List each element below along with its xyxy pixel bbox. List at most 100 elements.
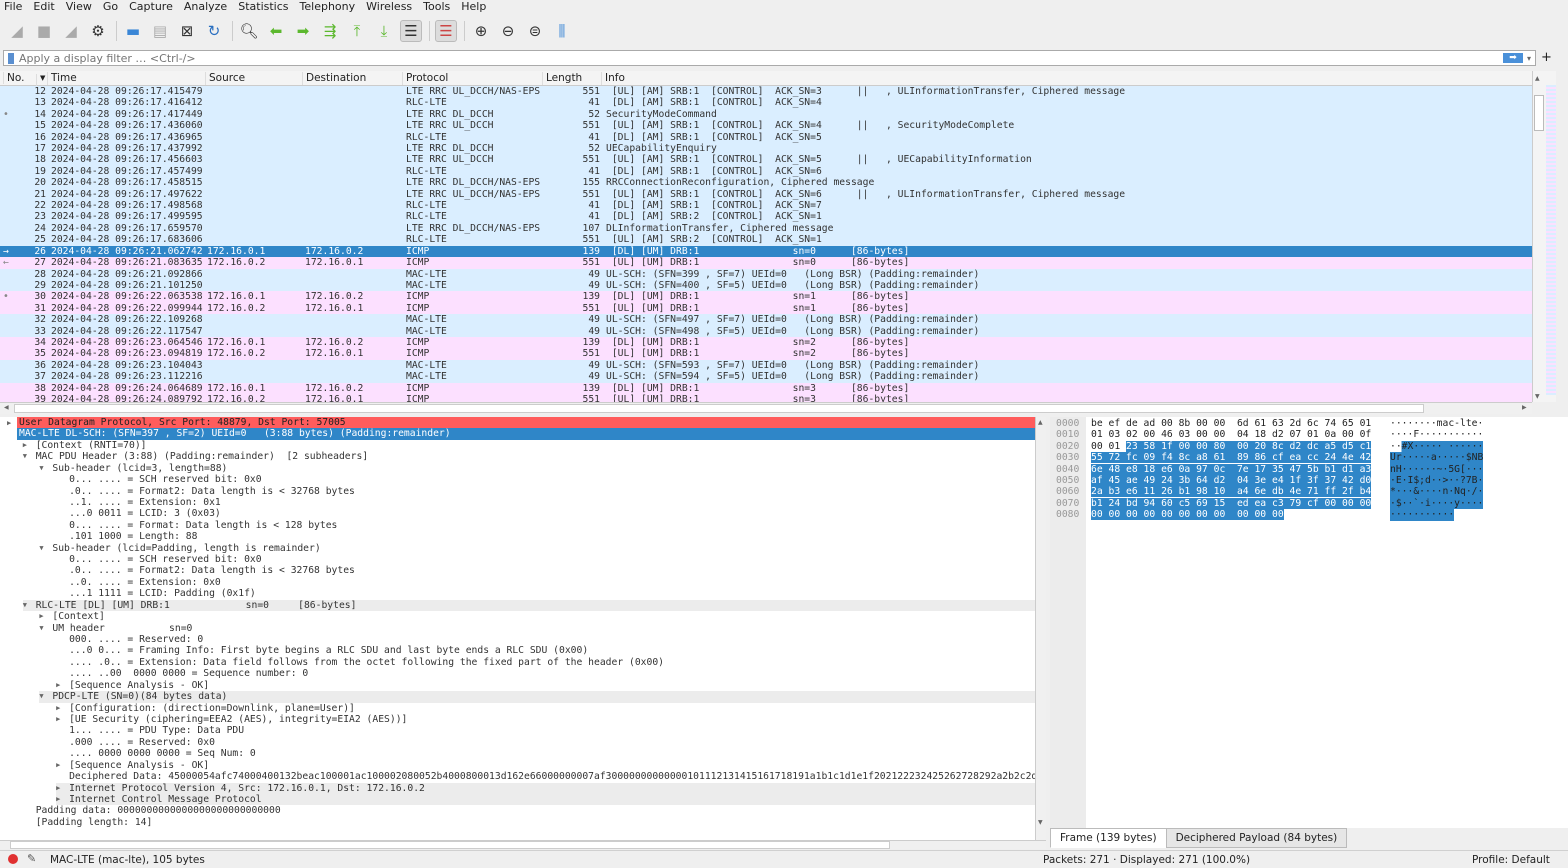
hex-ascii[interactable]: ····F··········· xyxy=(1390,429,1483,440)
menu-statistics[interactable]: Statistics xyxy=(238,0,288,15)
scroll-right-icon[interactable]: ▶ xyxy=(1522,404,1527,411)
packet-row[interactable]: 23 2024-04-28 09:26:17.499595 RLC-LTE 41 [D… xyxy=(0,211,1532,223)
display-filter-input[interactable] xyxy=(19,51,1503,65)
detail-item[interactable]: 0... .... = Format: Data length is < 128… xyxy=(0,520,1035,531)
packet-row[interactable]: 19 2024-04-28 09:26:17.457499 RLC-LTE 41 [D… xyxy=(0,165,1532,178)
menu-edit[interactable]: Edit xyxy=(33,0,54,15)
filter-history-chevron-icon[interactable]: ▾ xyxy=(1527,54,1531,63)
detail-item[interactable]: 0... .... = SCH reserved bit: 0x0 xyxy=(0,474,1035,485)
detail-item[interactable]: ▼ UM header sn=0 xyxy=(0,623,1035,634)
packet-row[interactable]: 21 2024-04-28 09:26:17.497622 LTE RRC UL_D… xyxy=(0,188,1532,201)
detail-item[interactable]: ▶ Internet Protocol Version 4, Src: 172.1… xyxy=(56,782,1035,794)
hex-ascii[interactable]: Ur·····a·····$NB xyxy=(1390,452,1484,464)
packet-row[interactable]: 27 2024-04-28 09:26:21.083635 172.16.0.2 17… xyxy=(0,257,1532,269)
detail-item[interactable]: .... .0.. = Extension: Data field follow… xyxy=(0,657,1035,668)
column-header-destination[interactable]: Destination xyxy=(302,72,402,85)
expanded-arrow-icon[interactable]: ▼ xyxy=(39,543,43,554)
detail-item[interactable]: Padding data: 00000000000000000000000000… xyxy=(0,805,1035,816)
expert-info-error-icon[interactable] xyxy=(8,854,18,864)
resize-columns-icon[interactable]: ⫼ xyxy=(551,20,573,42)
details-vertical-scrollbar[interactable]: ▲ ▼ xyxy=(1035,417,1046,840)
packet-list-vertical-scrollbar[interactable]: ▲ ▼ xyxy=(1532,71,1556,402)
add-filter-button-icon[interactable]: + xyxy=(1541,50,1552,65)
detail-item[interactable]: .101 1000 = Length: 88 xyxy=(0,531,1035,542)
detail-item[interactable]: ...0 0011 = LCID: 3 (0x03) xyxy=(0,508,1035,519)
detail-item[interactable]: ▶ [Sequence Analysis - OK] xyxy=(0,680,1035,691)
packet-row[interactable]: 16 2024-04-28 09:26:17.436965 RLC-LTE 41 [D… xyxy=(0,131,1532,144)
menu-analyze[interactable]: Analyze xyxy=(184,0,227,15)
detail-item[interactable]: ..1. .... = Extension: 0x1 xyxy=(0,497,1035,508)
capture-options-gear-icon[interactable]: ⚙ xyxy=(87,20,109,42)
detail-item[interactable]: [Padding length: 14] xyxy=(0,817,1035,828)
hex-bytes[interactable]: 55 72 fc 09 f4 8c a8 61 89 86 cf ea cc 2… xyxy=(1091,452,1372,464)
menu-help[interactable]: Help xyxy=(461,0,486,15)
scroll-up-icon[interactable]: ▲ xyxy=(1038,419,1043,426)
hex-ascii[interactable]: *···&····n·Nq·/· xyxy=(1390,486,1484,498)
column-header-length[interactable]: Length xyxy=(542,72,601,85)
column-header-source[interactable]: Source xyxy=(205,72,302,85)
hex-bytes[interactable]: af 45 ae 49 24 3b 64 d2 04 3e e4 1f 3f 3… xyxy=(1091,474,1372,486)
collapsed-arrow-icon[interactable]: ▶ xyxy=(56,783,60,794)
detail-item[interactable]: .... ..00 0000 0000 = Sequence number: 0 xyxy=(0,668,1035,679)
expanded-arrow-icon[interactable]: ▼ xyxy=(39,623,43,634)
detail-item[interactable]: 0... .... = SCH reserved bit: 0x0 xyxy=(0,554,1035,565)
find-packet-icon[interactable]: 🔍︎ xyxy=(238,20,260,42)
hex-ascii[interactable]: ··········· xyxy=(1390,509,1455,521)
collapsed-arrow-icon[interactable]: ▶ xyxy=(39,611,43,622)
hex-bytes[interactable]: b1 24 bd 94 60 c5 69 15 ed ea c3 79 cf 0… xyxy=(1091,497,1372,509)
packet-row[interactable]: 15 2024-04-28 09:26:17.436060 LTE RRC UL_D… xyxy=(0,120,1532,132)
hex-bytes[interactable]: 00 00 00 00 00 00 00 00 00 00 00 xyxy=(1091,509,1284,521)
detail-item[interactable]: ▶ [UE Security (ciphering=EEA2 (AES), int… xyxy=(0,714,1035,725)
last-packet-icon[interactable]: ⤓ xyxy=(373,20,395,42)
detail-item[interactable]: ▼ Sub-header (lcid=Padding, length is rem… xyxy=(0,543,1035,554)
scroll-up-icon[interactable]: ▲ xyxy=(1535,75,1540,82)
detail-item[interactable]: .0.. .... = Format2: Data length is < 32… xyxy=(0,486,1035,497)
column-header-time[interactable]: Time xyxy=(47,72,205,85)
scrollbar-thumb[interactable] xyxy=(10,841,890,849)
collapsed-arrow-icon[interactable]: ▶ xyxy=(56,760,60,771)
column-header-protocol[interactable]: Protocol xyxy=(402,72,542,85)
expanded-arrow-icon[interactable]: ▼ xyxy=(39,691,43,702)
packet-row[interactable]: 34 2024-04-28 09:26:23.064546 172.16.0.1 17… xyxy=(0,336,1532,349)
open-folder-icon[interactable]: ▬ xyxy=(122,20,144,42)
menu-go[interactable]: Go xyxy=(103,0,118,15)
collapsed-arrow-icon[interactable]: ▶ xyxy=(56,680,60,691)
detail-item[interactable]: ▼ PDCP-LTE (SN=0)(84 bytes data) xyxy=(39,691,1035,703)
hex-bytes[interactable]: 00 01 23 58 1f 00 00 80 00 20 8c d2 dc a… xyxy=(1091,440,1372,452)
scrollbar-thumb[interactable] xyxy=(1534,95,1544,131)
collapsed-arrow-icon[interactable]: ▶ xyxy=(56,714,60,725)
details-horizontal-scrollbar[interactable] xyxy=(0,840,1046,849)
packet-row[interactable]: 32 2024-04-28 09:26:22.109268 MAC-LTE 49 UL-… xyxy=(0,314,1532,326)
packet-row[interactable]: 35 2024-04-28 09:26:23.094819 172.16.0.2 17… xyxy=(0,348,1532,360)
hex-bytes[interactable]: 01 03 02 00 46 03 00 00 04 18 d2 07 01 0… xyxy=(1091,429,1371,440)
go-forward-icon[interactable]: ➡ xyxy=(292,20,314,42)
first-packet-icon[interactable]: ⤒ xyxy=(346,20,368,42)
column-header-info[interactable]: Info xyxy=(601,72,1531,85)
detail-item[interactable]: ▼ Sub-header (lcid=3, length=88) xyxy=(0,463,1035,474)
scrollbar-thumb[interactable] xyxy=(14,404,1424,413)
detail-item[interactable]: .0.. .... = Format2: Data length is < 32… xyxy=(0,565,1035,576)
scroll-down-icon[interactable]: ▼ xyxy=(1038,819,1043,826)
colorize-icon[interactable]: ☰ xyxy=(435,20,457,42)
bytes-tab[interactable]: Frame (139 bytes) xyxy=(1050,828,1167,848)
go-to-packet-icon[interactable]: ⇶ xyxy=(319,20,341,42)
packet-row[interactable]: 33 2024-04-28 09:26:22.117547 MAC-LTE 49 UL-… xyxy=(0,325,1532,337)
bytes-tab[interactable]: Deciphered Payload (84 bytes) xyxy=(1165,828,1348,848)
hex-ascii[interactable]: ········mac-lte· xyxy=(1390,418,1483,429)
detail-item[interactable]: ▼ RLC-LTE [DL] [UM] DRB:1 sn=0 [86-bytes] xyxy=(22,599,1035,612)
packet-row[interactable]: 28 2024-04-28 09:26:21.092866 MAC-LTE 49 UL-… xyxy=(0,268,1532,280)
expanded-arrow-icon[interactable]: ▼ xyxy=(39,463,43,474)
bookmark-icon[interactable] xyxy=(8,52,14,64)
hex-ascii[interactable]: ·$··`·i····y···· xyxy=(1390,497,1484,510)
expanded-arrow-icon[interactable]: ▼ xyxy=(23,600,27,611)
hex-ascii[interactable]: ·E·I$;d··>··?7B· xyxy=(1390,474,1484,487)
zoom-normal-icon[interactable]: ⊜ xyxy=(524,20,546,42)
apply-filter-arrow-icon[interactable]: ➡ xyxy=(1502,53,1523,63)
packet-row[interactable]: 37 2024-04-28 09:26:23.112216 MAC-LTE 49 UL-… xyxy=(0,371,1532,383)
menu-tools[interactable]: Tools xyxy=(423,0,450,15)
menu-view[interactable]: View xyxy=(66,0,92,15)
collapsed-arrow-icon[interactable]: ▶ xyxy=(56,703,60,714)
go-back-icon[interactable]: ⬅ xyxy=(265,20,287,42)
detail-item[interactable]: Deciphered Data: 45000054afc74000400132b… xyxy=(0,771,1035,782)
collapsed-arrow-icon[interactable]: ▶ xyxy=(56,794,60,805)
